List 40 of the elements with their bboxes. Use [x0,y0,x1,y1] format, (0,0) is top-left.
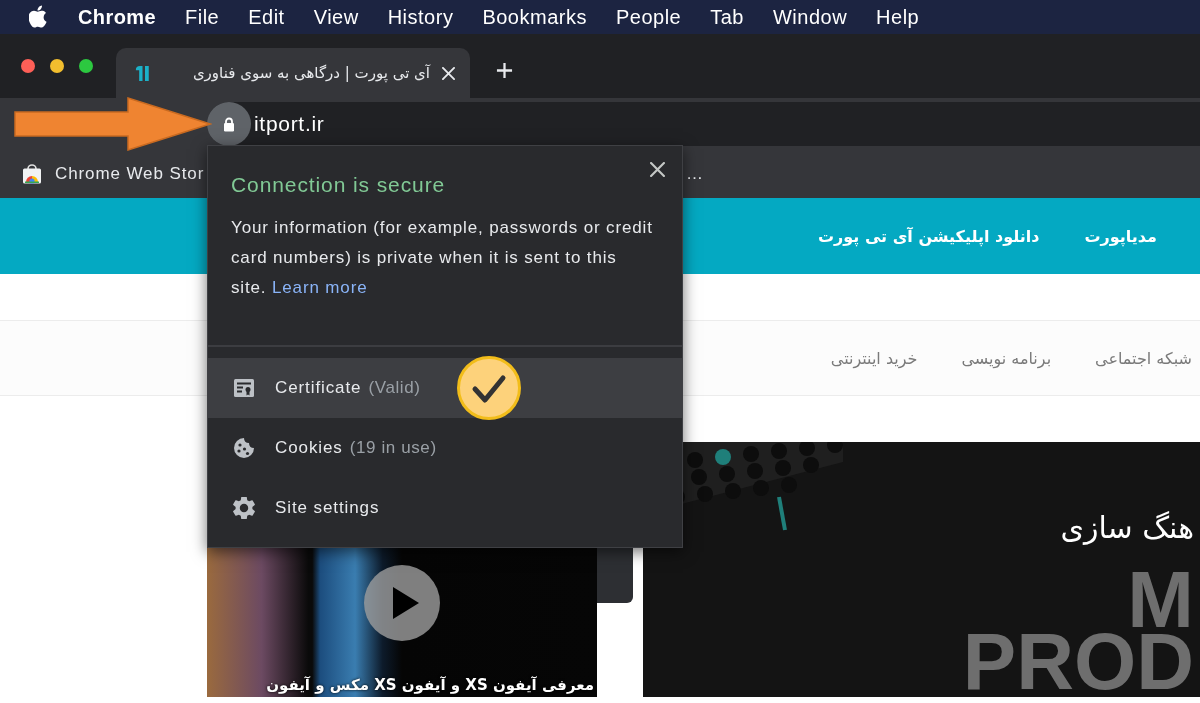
menu-item[interactable]: Help [876,5,920,29]
menu-item[interactable]: Window [772,5,848,29]
menu-item[interactable]: Bookmarks [482,5,587,29]
window-close-button[interactable] [21,59,35,73]
security-description: Your information (for example, passwords or credit card numbers) is private when it is sent to this site. Learn more [231,217,654,299]
plus-icon[interactable] [496,61,513,79]
nav-link[interactable]: برنامه نویسی [961,348,1052,368]
bookmark-item[interactable]: … [686,164,704,184]
nav-link[interactable]: خرید اینترنتی [830,348,918,368]
banner-text: M [1127,569,1194,631]
cookie-icon [233,437,255,459]
banner-text: PROD [962,631,1194,693]
menu-item[interactable]: File [184,5,220,29]
site-info-button[interactable] [207,102,251,146]
menu-item[interactable]: Tab [710,5,744,29]
lock-icon [223,116,235,132]
browser-tab[interactable]: آی تی پورت | درگاهی به سوی فناوری [116,48,470,98]
menu-item[interactable]: History [387,5,454,29]
menu-item[interactable]: Edit [248,5,285,29]
video-caption: معرفی آیفون XS و آیفون XS مکس و آیفون [265,676,594,694]
url-text: itport.ir [254,112,325,136]
play-icon[interactable] [364,565,440,641]
popup-title: Connection is secure [231,173,446,197]
site-logo-icon [135,63,150,83]
window-minimize-button[interactable] [50,59,64,73]
nav-link[interactable]: شبکه اجتماعی [1095,348,1192,368]
banner-title: هنگ سازی [1060,510,1194,545]
menu-item[interactable]: People [615,5,682,29]
learn-more-link[interactable]: Learn more [272,278,368,297]
app-menu[interactable]: Chrome [78,5,156,29]
close-icon[interactable] [650,162,665,177]
apple-logo-icon[interactable] [29,5,47,29]
address-bar[interactable]: itport.ir [207,102,1200,146]
certificate-icon [233,377,255,399]
window-zoom-button[interactable] [79,59,93,73]
menu-item[interactable]: View [313,5,359,29]
shopping-bag-icon [22,164,42,184]
check-icon [457,356,521,420]
bookmark-item[interactable]: Chrome Web Stor [22,164,207,184]
settings-icon [233,497,255,519]
